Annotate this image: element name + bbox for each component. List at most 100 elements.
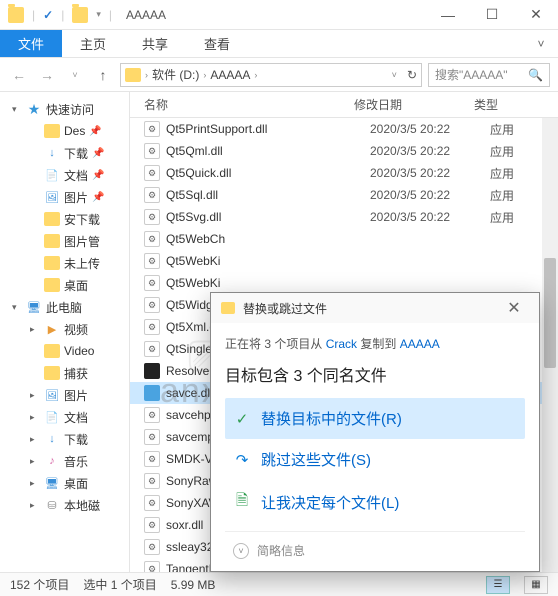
pin-icon: 📌 (92, 170, 104, 181)
expand-icon[interactable]: ▸ (30, 390, 40, 401)
dialog-titlebar[interactable]: 替换或跳过文件 ✕ (211, 293, 539, 323)
tab-share[interactable]: 共享 (124, 30, 186, 57)
col-type[interactable]: 类型 (474, 92, 558, 117)
chevron-right-icon[interactable]: › (203, 70, 206, 80)
expand-icon[interactable]: ▸ (30, 412, 40, 423)
file-row[interactable]: Qt5PrintSupport.dll2020/3/5 20:22应用 (130, 118, 558, 140)
file-icon (144, 275, 160, 291)
tree-item-label: 未上传 (64, 255, 100, 272)
search-icon[interactable]: 🔍 (528, 68, 543, 82)
expand-icon[interactable]: ▾ (12, 302, 22, 313)
expand-icon[interactable]: ▸ (30, 456, 40, 467)
dest-link[interactable]: AAAAA (400, 337, 440, 351)
title-bar: | ✓ | ▾ | AAAAA — ☐ ✕ (0, 0, 558, 30)
view-icons-button[interactable]: ▦ (524, 576, 548, 594)
file-icon (144, 473, 160, 489)
dialog-details-toggle[interactable]: ˅ 简略信息 (225, 531, 525, 565)
address-bar[interactable]: › 软件 (D:) › AAAAA › ˅ ↻ (120, 63, 422, 87)
file-row[interactable]: Qt5WebKi (130, 250, 558, 272)
qat-check-icon[interactable]: ✓ (43, 8, 53, 22)
crumb-folder[interactable]: AAAAA (210, 68, 250, 82)
file-icon (144, 121, 160, 137)
ribbon-toggle-icon[interactable]: ˅ (524, 30, 558, 57)
chevron-right-icon[interactable]: › (145, 70, 148, 80)
expand-icon[interactable]: ▸ (30, 500, 40, 511)
file-name: Qt5Quick.dll (166, 166, 370, 180)
tree-item-label: 此电脑 (46, 299, 82, 316)
tree-item[interactable]: ▸📄文档 (0, 406, 129, 428)
tree-item[interactable]: ▸♪音乐 (0, 450, 129, 472)
tree-item[interactable]: ▾★快速访问 (0, 98, 129, 120)
file-row[interactable]: Qt5Svg.dll2020/3/5 20:22应用 (130, 206, 558, 228)
qat-overflow-icon[interactable]: ▾ (96, 9, 101, 20)
file-row[interactable]: Qt5Quick.dll2020/3/5 20:22应用 (130, 162, 558, 184)
pin-icon: 📌 (92, 148, 104, 159)
file-row[interactable]: Qt5Qml.dll2020/3/5 20:22应用 (130, 140, 558, 162)
tree-item[interactable]: ▸▶视频 (0, 318, 129, 340)
option-replace[interactable]: ✓ 替换目标中的文件(R) (225, 398, 525, 439)
file-name: Qt5Sql.dll (166, 188, 370, 202)
option-skip[interactable]: ↷ 跳过这些文件(S) (225, 439, 525, 480)
nav-up-button[interactable]: ↑ (92, 64, 114, 86)
source-link[interactable]: Crack (326, 337, 357, 351)
view-details-button[interactable]: ☰ (486, 576, 510, 594)
dialog-close-button[interactable]: ✕ (499, 298, 529, 318)
minimize-button[interactable]: — (426, 0, 470, 30)
tree-item[interactable]: 桌面 (0, 274, 129, 296)
expand-icon[interactable]: ▸ (30, 324, 40, 335)
option-decide[interactable]: 🗎 让我决定每个文件(L) (225, 480, 525, 525)
dialog-message: 目标包含 3 个同名文件 (225, 362, 525, 386)
tree-item[interactable]: 捕获 (0, 362, 129, 384)
app-folder-icon (8, 7, 24, 23)
nav-forward-button[interactable]: → (36, 64, 58, 86)
refresh-button[interactable]: ↻ (407, 68, 417, 82)
tree-item[interactable]: 安下载 (0, 208, 129, 230)
tree-item[interactable]: ▸🖼图片 (0, 384, 129, 406)
expand-icon[interactable]: ▸ (30, 478, 40, 489)
folder-icon (44, 234, 60, 248)
nav-back-button[interactable]: ← (8, 64, 30, 86)
tree-item[interactable]: ▸⛁本地磁 (0, 494, 129, 516)
file-icon (144, 385, 160, 401)
tab-file[interactable]: 文件 (0, 30, 62, 57)
tree-item[interactable]: ▸↓下载 (0, 428, 129, 450)
file-date: 2020/3/5 20:22 (370, 166, 490, 180)
maximize-button[interactable]: ☐ (470, 0, 514, 30)
option-replace-label: 替换目标中的文件(R) (261, 408, 402, 429)
vertical-scrollbar[interactable] (542, 118, 558, 572)
file-row[interactable]: Qt5WebKi (130, 272, 558, 294)
chevron-right-icon[interactable]: › (254, 70, 257, 80)
close-button[interactable]: ✕ (514, 0, 558, 30)
col-name[interactable]: 名称 (144, 92, 354, 117)
file-row[interactable]: Qt5WebCh (130, 228, 558, 250)
navigation-tree[interactable]: ▾★快速访问Des 📌↓下载 📌📄文档 📌🖼图片 📌安下载图片管未上传桌面▾🖥此… (0, 92, 130, 572)
dialog-folder-icon (221, 302, 235, 314)
crumb-drive[interactable]: 软件 (D:) (152, 66, 199, 83)
file-icon (144, 253, 160, 269)
tree-item[interactable]: 图片管 (0, 230, 129, 252)
tree-item-label: 捕获 (64, 365, 88, 382)
tree-item[interactable]: Des 📌 (0, 120, 129, 142)
tab-home[interactable]: 主页 (62, 30, 124, 57)
tab-view[interactable]: 查看 (186, 30, 248, 57)
scrollbar-thumb[interactable] (544, 258, 556, 368)
address-dropdown-icon[interactable]: ˅ (392, 70, 397, 80)
col-date[interactable]: 修改日期 (354, 92, 474, 117)
doc-icon: 📄 (44, 410, 60, 424)
tree-item[interactable]: 🖼图片 📌 (0, 186, 129, 208)
tree-item[interactable]: ▾🖥此电脑 (0, 296, 129, 318)
tree-item[interactable]: 📄文档 📌 (0, 164, 129, 186)
expand-icon[interactable]: ▸ (30, 434, 40, 445)
status-selected: 选中 1 个项目 (83, 576, 156, 593)
tree-item-label: 下载 (64, 431, 88, 448)
search-input[interactable]: 搜索"AAAAA" 🔍 (428, 63, 550, 87)
tree-item[interactable]: ▸🖥桌面 (0, 472, 129, 494)
tree-item[interactable]: ↓下载 📌 (0, 142, 129, 164)
tree-item-label: Video (64, 344, 94, 358)
tree-item[interactable]: 未上传 (0, 252, 129, 274)
file-row[interactable]: Qt5Sql.dll2020/3/5 20:22应用 (130, 184, 558, 206)
nav-recent-icon[interactable]: ˅ (64, 64, 86, 86)
expand-icon[interactable]: ▾ (12, 104, 22, 115)
qat-folder-icon[interactable] (72, 7, 88, 23)
tree-item[interactable]: Video (0, 340, 129, 362)
